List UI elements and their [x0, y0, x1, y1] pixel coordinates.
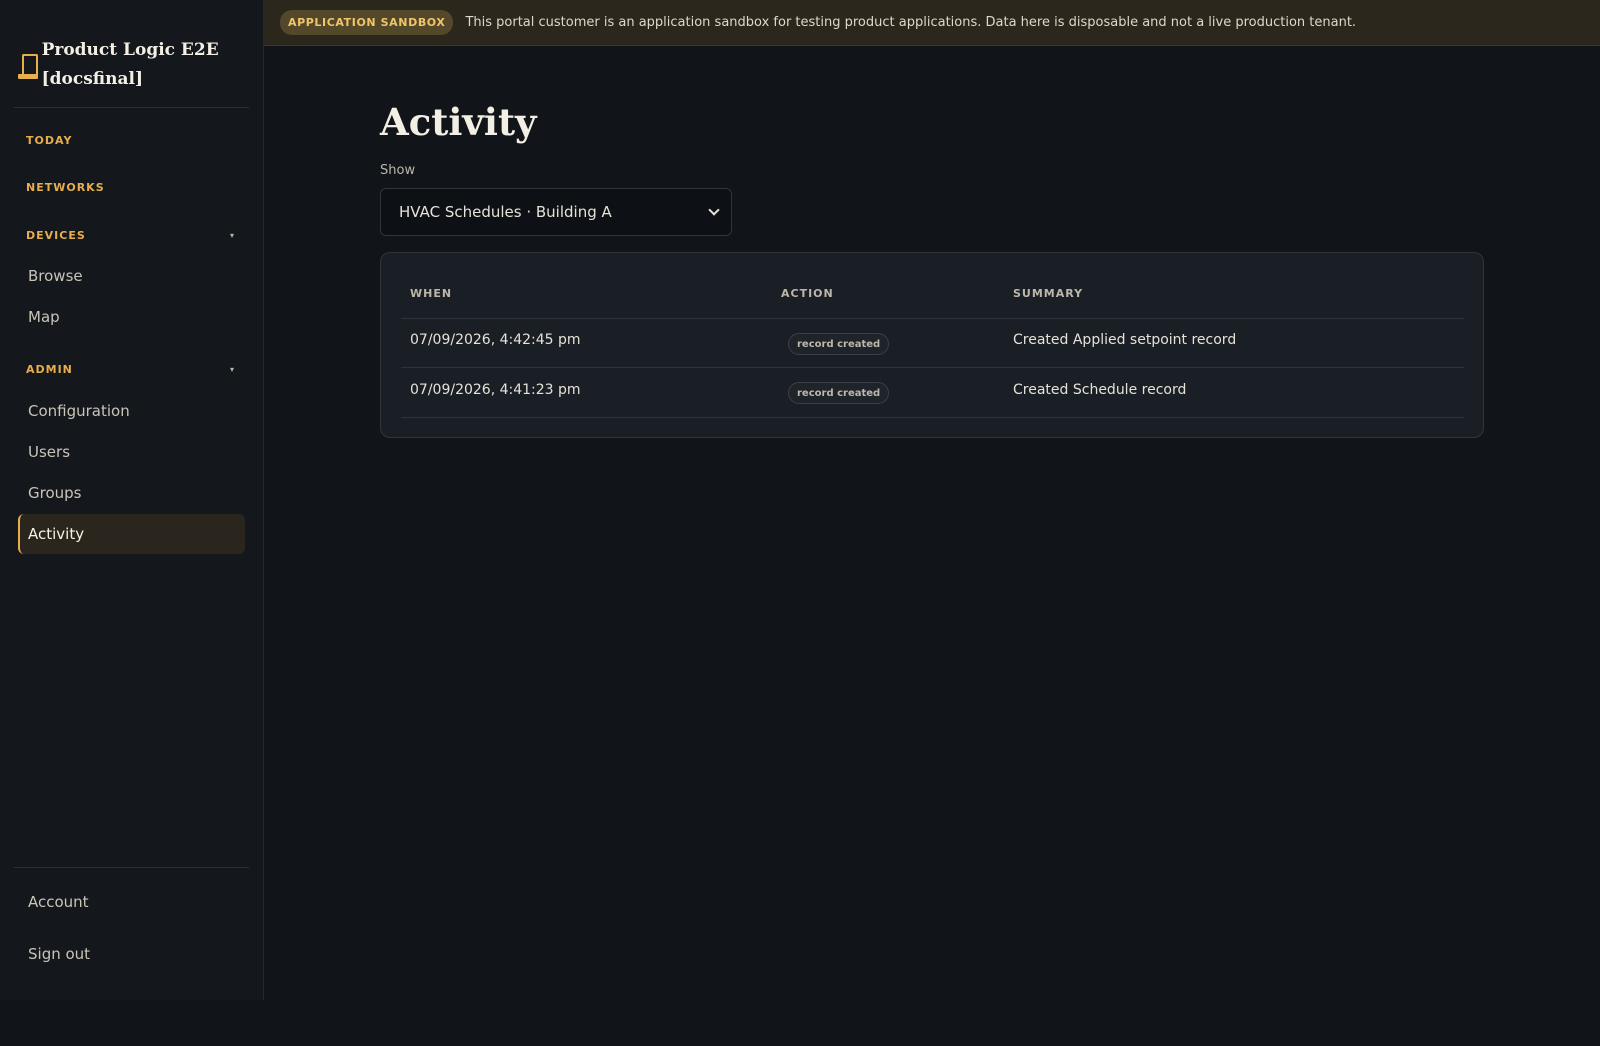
- chevron-down-icon: [707, 205, 721, 219]
- nav-section-devices[interactable]: DEVICES: [26, 229, 86, 242]
- show-label: Show: [380, 163, 416, 178]
- sidebar: Product Logic E2E [docsfinal] TODAY NETW…: [0, 0, 264, 1000]
- brand: Product Logic E2E [docsfinal]: [14, 20, 249, 108]
- nav-section-today[interactable]: TODAY: [26, 134, 72, 147]
- activity-table: WHEN ACTION SUMMARY 07/09/2026, 4:42:45 …: [380, 252, 1484, 438]
- sidebar-item-sign-out[interactable]: Sign out: [18, 934, 245, 974]
- row-summary: Created Applied setpoint record: [1013, 332, 1237, 348]
- column-header-summary: SUMMARY: [1013, 287, 1084, 300]
- action-badge: record created: [788, 333, 890, 355]
- devices-caret-icon[interactable]: ▾: [230, 231, 234, 240]
- sidebar-item-configuration[interactable]: Configuration: [18, 391, 245, 431]
- show-select[interactable]: HVAC Schedules · Building A: [380, 188, 732, 236]
- column-header-when: WHEN: [410, 287, 453, 300]
- nav-section-networks[interactable]: NETWORKS: [26, 181, 105, 194]
- row-divider: [401, 367, 1464, 368]
- row-when: 07/09/2026, 4:41:23 pm: [410, 382, 581, 398]
- sidebar-item-account[interactable]: Account: [18, 882, 245, 922]
- row-when: 07/09/2026, 4:42:45 pm: [410, 332, 581, 348]
- sidebar-divider: [14, 867, 249, 868]
- header-divider: [401, 318, 1464, 319]
- row-divider: [401, 417, 1464, 418]
- sidebar-item-groups[interactable]: Groups: [18, 473, 245, 513]
- sidebar-item-users[interactable]: Users: [18, 432, 245, 472]
- sidebar-item-browse[interactable]: Browse: [18, 256, 245, 296]
- show-select-value: HVAC Schedules · Building A: [399, 203, 612, 221]
- sandbox-banner: APPLICATION SANDBOX This portal customer…: [264, 0, 1600, 46]
- sidebar-item-activity[interactable]: Activity: [18, 514, 245, 554]
- building-icon: [18, 54, 38, 84]
- row-summary: Created Schedule record: [1013, 382, 1187, 398]
- page-title: Activity: [380, 100, 537, 144]
- action-badge: record created: [788, 382, 890, 404]
- sandbox-banner-text: This portal customer is an application s…: [465, 15, 1357, 30]
- brand-title: Product Logic E2E [docsfinal]: [41, 40, 219, 89]
- nav-section-admin[interactable]: ADMIN: [26, 363, 73, 376]
- sidebar-item-map[interactable]: Map: [18, 297, 245, 337]
- column-header-action: ACTION: [781, 287, 834, 300]
- sandbox-badge: APPLICATION SANDBOX: [280, 10, 454, 35]
- admin-caret-icon[interactable]: ▾: [230, 365, 234, 374]
